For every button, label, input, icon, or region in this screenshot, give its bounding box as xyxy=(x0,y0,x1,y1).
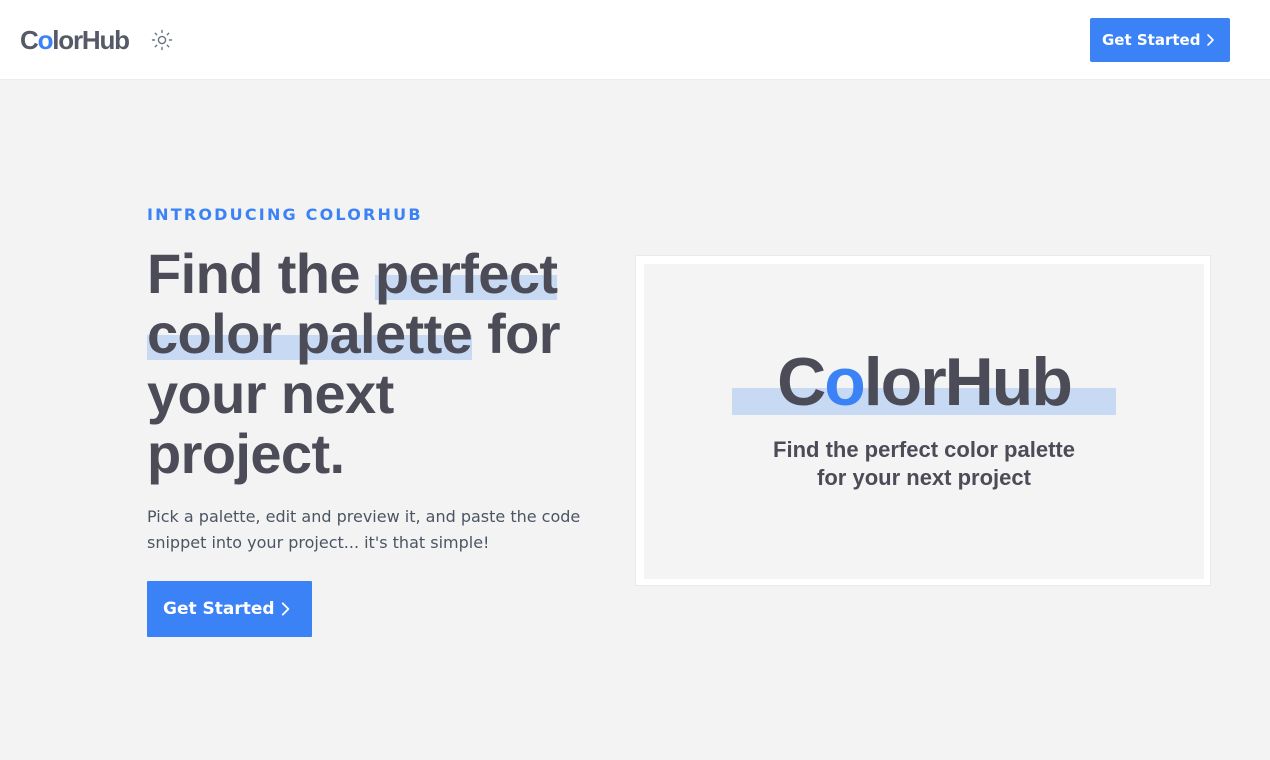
logo-prefix: C xyxy=(20,25,39,55)
header-get-started-label: Get Started xyxy=(1102,31,1201,49)
colorhub-logo[interactable]: ColorHub xyxy=(20,23,130,57)
preview-logo-accent-letter: o xyxy=(824,344,866,420)
hero-preview-image: ColorHub Find the perfect color palette … xyxy=(635,255,1211,586)
preview-tagline-line-2: for your next project xyxy=(817,465,1031,490)
preview-logo: ColorHub xyxy=(732,344,1116,420)
preview-tagline: Find the perfect color palette for your … xyxy=(704,436,1144,492)
hero-eyebrow: INTRODUCING COLORHUB xyxy=(147,205,423,224)
theme-toggle-button[interactable] xyxy=(150,28,174,52)
headline-text: Find the xyxy=(147,242,375,305)
preview-logo-text: ColorHub xyxy=(732,344,1116,420)
preview-logo-prefix: C xyxy=(777,344,826,420)
preview-logo-suffix: lorHub xyxy=(863,344,1073,420)
preview-tagline-line-1: Find the perfect color palette xyxy=(773,437,1075,462)
logo-suffix: lorHub xyxy=(52,25,130,55)
headline-line-2: color palette for xyxy=(147,302,617,365)
headline-text: for xyxy=(472,302,560,365)
headline-line-3: your next xyxy=(147,362,394,425)
headline-highlight: perfect xyxy=(374,242,558,305)
preview-canvas: ColorHub Find the perfect color palette … xyxy=(644,264,1204,579)
site-header: ColorHub Get Started xyxy=(0,0,1270,80)
hero-headline: Find the perfect color palette for your … xyxy=(147,242,617,485)
header-get-started-button[interactable]: Get Started xyxy=(1090,18,1230,62)
headline-line-4: project. xyxy=(147,422,345,485)
hero-get-started-button[interactable]: Get Started xyxy=(147,581,312,637)
hero-get-started-label: Get Started xyxy=(163,599,275,619)
logo-accent-letter: o xyxy=(37,25,54,55)
chevron-right-icon xyxy=(1207,34,1214,46)
chevron-right-icon xyxy=(281,602,290,616)
headline-highlight: color palette xyxy=(147,302,473,365)
hero-subtext: Pick a palette, edit and preview it, and… xyxy=(147,507,581,552)
sun-icon xyxy=(151,29,173,51)
headline-line-1: Find the perfect xyxy=(147,242,617,305)
